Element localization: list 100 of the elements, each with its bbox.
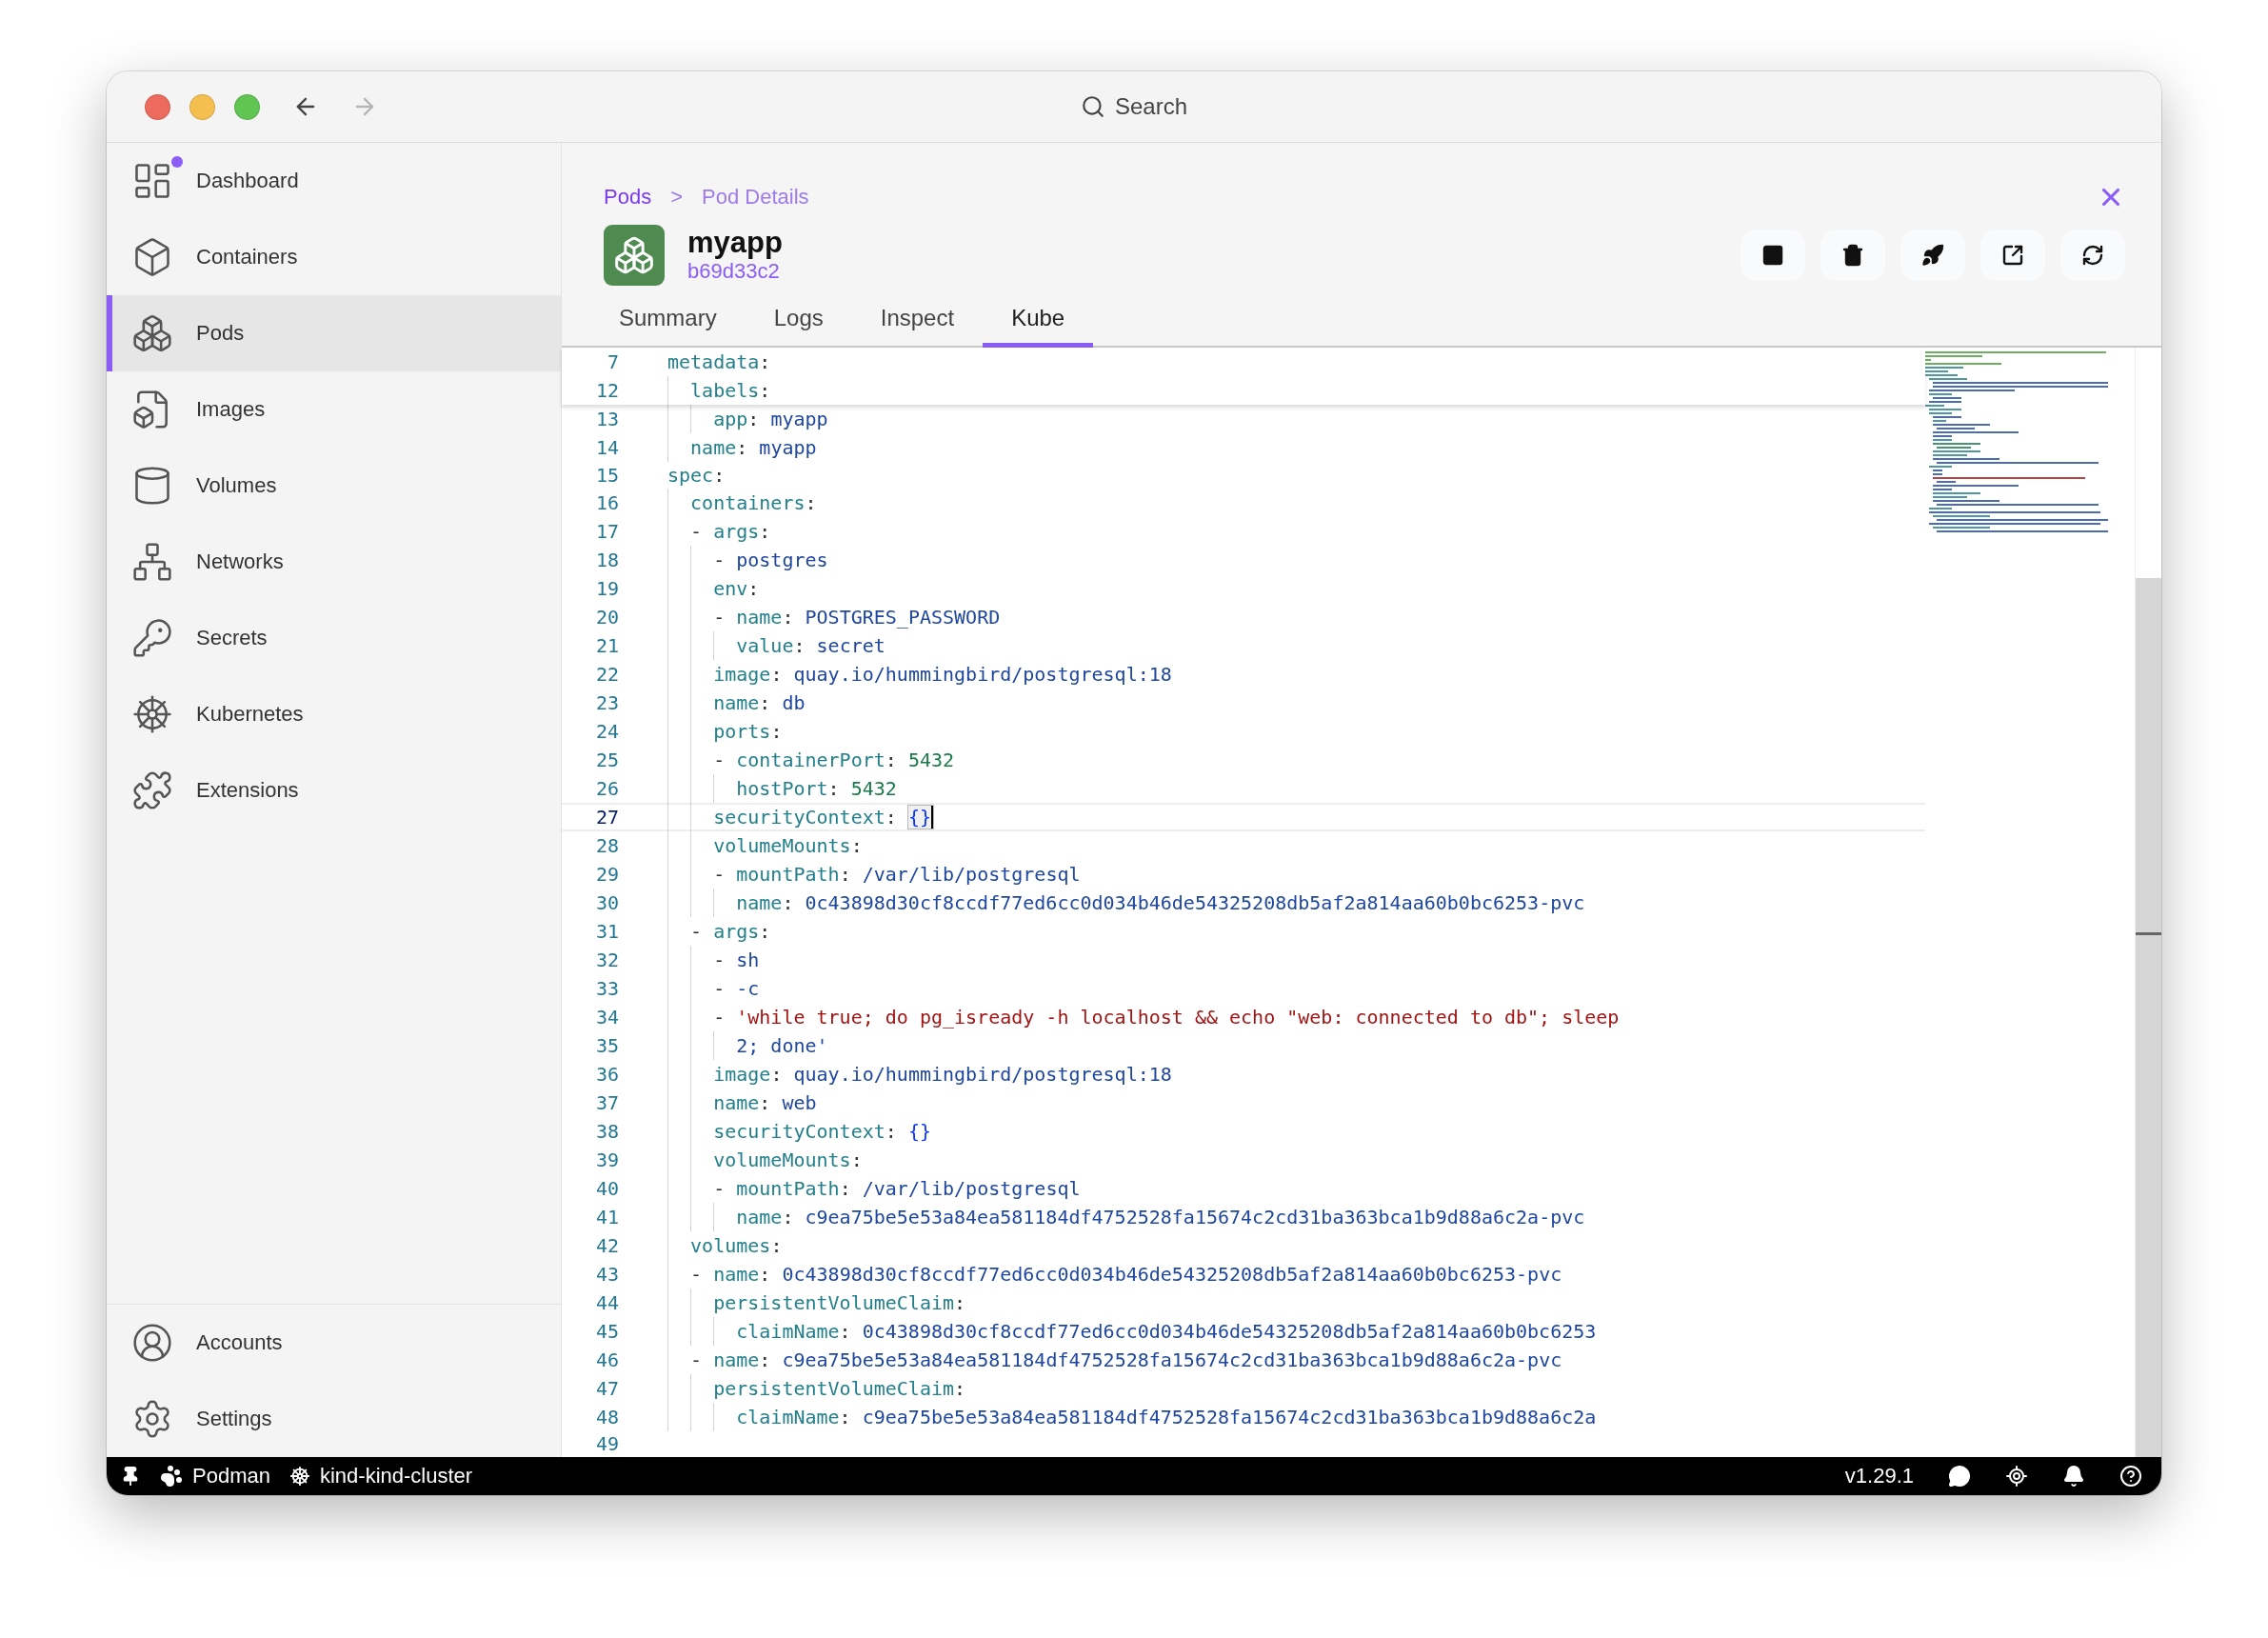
- external-link-icon: [2001, 244, 2024, 267]
- code-line: - args:: [690, 919, 771, 943]
- line-number: 37: [594, 1090, 619, 1114]
- code-line: name: myapp: [690, 436, 817, 459]
- engine-status[interactable]: Podman: [160, 1464, 270, 1488]
- version-label: v1.29.1: [1844, 1464, 1914, 1488]
- line-number: 28: [594, 833, 619, 857]
- code-line: metadata:: [667, 350, 771, 373]
- sidebar-item[interactable]: Extensions: [107, 752, 561, 829]
- sidebar-item[interactable]: Images: [107, 371, 561, 448]
- line-number: 40: [594, 1176, 619, 1200]
- scrollbar-thumb[interactable]: [2136, 578, 2161, 1457]
- stacked-cubes-icon: [131, 312, 173, 354]
- line-number: 29: [594, 862, 619, 886]
- line-number: 16: [594, 490, 619, 514]
- breadcrumb-link[interactable]: Pods: [604, 185, 652, 210]
- code-line: env:: [713, 576, 760, 600]
- line-number: 13: [594, 408, 619, 430]
- line-number: 23: [594, 690, 619, 714]
- trash-icon: [1841, 244, 1864, 267]
- code-line: app: myapp: [713, 408, 828, 430]
- line-number: 7: [606, 350, 619, 373]
- stop-button[interactable]: [1741, 230, 1805, 281]
- ship-wheel-icon: [288, 1466, 310, 1487]
- code-line: claimName: c9ea75be5e53a84ea581184df4752528fa15674c2cd31ba363bca1b9d88a6c2a: [736, 1405, 1597, 1428]
- tab[interactable]: Summary: [590, 295, 746, 348]
- line-number: 34: [594, 1005, 619, 1029]
- sidebar-item[interactable]: Settings: [107, 1381, 561, 1457]
- network-icon: [131, 541, 173, 583]
- pod-id: b69d33c2: [687, 259, 781, 285]
- crosshair-icon[interactable]: [2005, 1465, 2028, 1488]
- bell-icon[interactable]: [2062, 1465, 2085, 1488]
- code-line: - 'while true; do pg_isready -h localhost && echo "web: connected to db"; sleep: [713, 1005, 1620, 1029]
- sidebar-item[interactable]: Networks: [107, 524, 561, 600]
- line-number: 18: [594, 548, 619, 571]
- stop-square-icon: [1761, 244, 1784, 267]
- line-number: 39: [594, 1148, 619, 1171]
- line-number: 14: [594, 436, 619, 459]
- line-number: 30: [594, 890, 619, 914]
- line-number: 27: [594, 805, 619, 829]
- close-window-button[interactable]: [145, 93, 170, 120]
- code-line: - name: 0c43898d30cf8ccdf77ed6cc0d034b46de54325208db5af2a814aa60b0bc6253-pvc: [690, 1262, 1562, 1286]
- sidebar-item[interactable]: Dashboard: [107, 143, 561, 219]
- line-number: 46: [594, 1348, 619, 1371]
- code-line: image: quay.io/hummingbird/postgresql:18: [713, 662, 1172, 686]
- code-line: - mountPath: /var/lib/postgresql: [713, 1176, 1081, 1200]
- code-line: - containerPort: 5432: [713, 748, 955, 771]
- puzzle-icon: [131, 769, 173, 811]
- code-line: - name: POSTGRES_PASSWORD: [713, 605, 1001, 629]
- tab[interactable]: Inspect: [851, 295, 984, 348]
- help-icon[interactable]: [2119, 1465, 2142, 1488]
- code-line: 2; done': [736, 1033, 828, 1057]
- kubernetes-context[interactable]: kind-kind-cluster: [288, 1464, 473, 1488]
- user-circle-icon: [131, 1322, 173, 1364]
- sidebar-item[interactable]: Secrets: [107, 600, 561, 676]
- code-line: name: web: [713, 1090, 817, 1114]
- chat-icon[interactable]: [1948, 1465, 1971, 1488]
- line-number: 20: [594, 605, 619, 629]
- open-button[interactable]: [1980, 230, 2045, 281]
- code-line: volumeMounts:: [713, 1148, 863, 1171]
- code-line: name: db: [713, 690, 806, 714]
- code-line: securityContext: {}: [713, 1119, 931, 1143]
- sidebar-item[interactable]: Volumes: [107, 448, 561, 524]
- code-line: name: 0c43898d30cf8ccdf77ed6cc0d034b46de54325208db5af2a814aa60b0bc6253-pvc: [736, 890, 1585, 914]
- sidebar-item[interactable]: Accounts: [107, 1305, 561, 1381]
- line-number: 43: [594, 1262, 619, 1286]
- key-icon: [131, 617, 173, 659]
- tab[interactable]: Logs: [745, 295, 852, 348]
- line-number: 35: [594, 1033, 619, 1057]
- line-number: 26: [594, 776, 619, 800]
- line-number: 24: [594, 719, 619, 743]
- sidebar-item[interactable]: Kubernetes: [107, 676, 561, 752]
- line-number: 38: [594, 1119, 619, 1143]
- code-line: persistentVolumeClaim:: [713, 1290, 966, 1314]
- code-line: persistentVolumeClaim:: [713, 1376, 966, 1400]
- code-line: ports:: [713, 719, 783, 743]
- line-number: 25: [594, 748, 619, 771]
- code-line: - mountPath: /var/lib/postgresql: [713, 862, 1081, 886]
- code-line: volumeMounts:: [713, 833, 863, 857]
- line-number: 15: [594, 463, 619, 487]
- delete-button[interactable]: [1820, 230, 1885, 281]
- sidebar-item[interactable]: Containers: [107, 219, 561, 295]
- line-number: 41: [594, 1205, 619, 1228]
- pod-icon: [604, 225, 665, 286]
- deploy-button[interactable]: [1900, 230, 1965, 281]
- sidebar-item[interactable]: Pods: [107, 295, 561, 371]
- search-icon: [1081, 94, 1105, 119]
- code-line: claimName: 0c43898d30cf8ccdf77ed6cc0d034b46de54325208db5af2a814aa60b0bc6253: [736, 1319, 1597, 1343]
- code-line: - sh: [713, 948, 760, 971]
- code-line: - args:: [690, 519, 771, 543]
- code-line: volumes:: [690, 1233, 783, 1257]
- search-button[interactable]: Search: [1075, 92, 1193, 121]
- line-number: 48: [594, 1405, 619, 1428]
- restart-button[interactable]: [2060, 230, 2125, 281]
- code-line: labels:: [690, 379, 771, 402]
- code-line: - -c: [713, 976, 760, 1000]
- code-line: name: c9ea75be5e53a84ea581184df4752528fa15674c2cd31ba363bca1b9d88a6c2a-pvc: [736, 1205, 1585, 1228]
- code-line: image: quay.io/hummingbird/postgresql:18: [713, 1062, 1172, 1086]
- rocket-icon: [1921, 244, 1944, 267]
- line-number: 21: [594, 633, 619, 657]
